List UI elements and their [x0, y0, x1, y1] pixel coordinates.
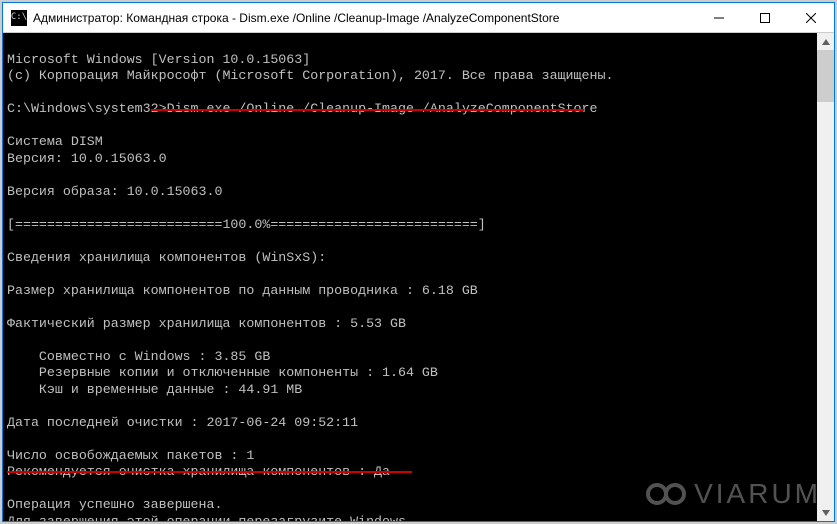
output-line: Кэш и временные данные : 44.91 MB [7, 382, 302, 397]
scroll-up-button[interactable] [817, 33, 834, 50]
titlebar[interactable]: C:\ Администратор: Командная строка - Di… [3, 3, 834, 33]
output-line: (c) Корпорация Майкрософт (Microsoft Cor… [7, 68, 613, 83]
output-line: Сведения хранилища компонентов (WinSxS): [7, 250, 326, 265]
annotation-underline [151, 109, 584, 111]
output-line: Фактический размер хранилища компонентов… [7, 316, 406, 331]
output-line: Резервные копии и отключенные компоненты… [7, 365, 438, 380]
vertical-scrollbar[interactable] [817, 33, 834, 521]
scroll-down-button[interactable] [817, 504, 834, 521]
maximize-button[interactable] [742, 3, 788, 32]
output-line: Дата последней очистки : 2017-06-24 09:5… [7, 415, 358, 430]
window-controls [696, 3, 834, 32]
chevron-up-icon [822, 39, 830, 45]
console-window: C:\ Администратор: Командная строка - Di… [2, 2, 835, 522]
console-output[interactable]: Microsoft Windows [Version 10.0.15063] (… [3, 33, 834, 521]
window-title: Администратор: Командная строка - Dism.e… [33, 11, 696, 25]
prompt: C:\Windows\system32> [7, 101, 167, 116]
app-icon: C:\ [11, 10, 27, 26]
output-line: Версия: 10.0.15063.0 [7, 151, 167, 166]
annotation-underline [7, 471, 412, 473]
output-line: Операция успешно завершена. [7, 497, 222, 512]
close-button[interactable] [788, 3, 834, 32]
output-line: Совместно с Windows : 3.85 GB [7, 349, 270, 364]
minimize-button[interactable] [696, 3, 742, 32]
scrollbar-track[interactable] [817, 50, 834, 504]
progress-bar: [==========================100.0%=======… [7, 217, 486, 232]
output-line: Число освобождаемых пакетов : 1 [7, 448, 254, 463]
scrollbar-thumb[interactable] [817, 50, 834, 102]
chevron-down-icon [822, 510, 830, 516]
output-line: Для завершения этой операции перезагрузи… [7, 514, 414, 522]
output-line: Версия образа: 10.0.15063.0 [7, 184, 222, 199]
output-line: Cистема DISM [7, 134, 103, 149]
output-line: Размер хранилища компонентов по данным п… [7, 283, 478, 298]
output-line: Microsoft Windows [Version 10.0.15063] [7, 52, 310, 67]
